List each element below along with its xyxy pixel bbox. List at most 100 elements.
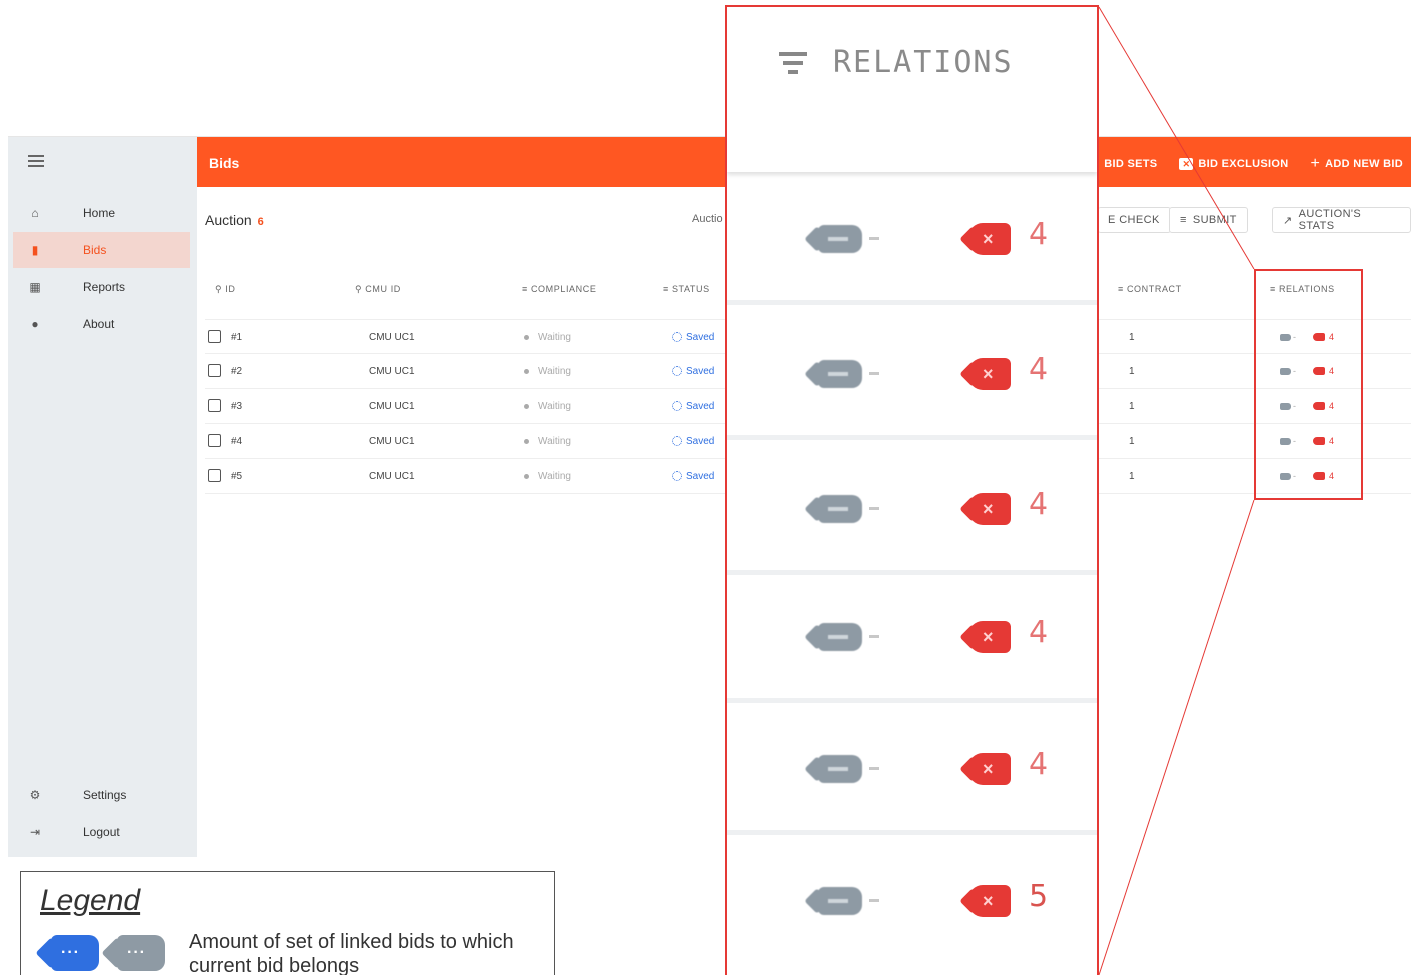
submit-label: SUBMIT [1192,214,1237,226]
submit-button[interactable]: ≡ SUBMIT [1169,207,1248,233]
saved-icon [672,401,682,412]
zoom-row: × 4 [727,445,1097,575]
column-header-id[interactable]: ⚲ ID [215,284,236,295]
column-header-cmu-id[interactable]: ⚲ CMU ID [355,284,401,295]
saved-icon [672,436,682,447]
saved-icon [672,332,682,343]
cmu-id: CMU UC1 [369,401,415,412]
zoom-row: × 5 [727,837,1097,967]
sidebar-item-bids[interactable]: ▮ Bids [13,232,190,268]
row-checkbox[interactable] [208,364,221,377]
bid-id: #3 [231,401,243,412]
status-dot-icon [524,334,529,340]
compliance-check-label: E CHECK [1108,214,1160,226]
bid-id: #5 [231,471,243,482]
sidebar-item-label: About [83,317,115,331]
bid-id: #4 [231,436,243,447]
cmu-id: CMU UC1 [369,366,415,377]
status-dot-icon [524,403,529,409]
page-title: Bids [209,155,240,171]
bid-set-tag-icon [818,887,862,915]
bid-set-tag-icon [818,623,862,651]
column-header-compliance[interactable]: ≡ COMPLIANCE [522,284,596,294]
bid-status: Saved [686,332,715,343]
status-dot-icon [524,473,529,479]
row-checkbox[interactable] [208,330,221,343]
saved-icon [672,471,682,482]
filter-icon [779,52,807,78]
row-checkbox[interactable] [208,434,221,447]
plus-icon: + [1310,155,1321,172]
contract-value: 1 [1129,436,1135,447]
sidebar-item-label: Logout [83,825,120,839]
compliance-status: Waiting [538,436,571,447]
bids-icon: ▮ [31,243,39,257]
contract-value: 1 [1129,471,1135,482]
add-new-bid-button[interactable]: + ADD NEW BID [1310,155,1403,173]
row-checkbox[interactable] [208,469,221,482]
bid-set-tag-icon [818,495,862,523]
exclusion-count: 4 [1029,747,1049,782]
menu-icon[interactable] [28,155,44,167]
bid-id: #1 [231,332,243,343]
contract-value: 1 [1129,401,1135,412]
sidebar-item-logout[interactable]: ⇥ Logout [13,814,190,850]
exclusion-tag-icon: × [969,885,1011,917]
column-header-contract[interactable]: ≡ CONTRACT [1118,284,1182,294]
row-checkbox[interactable] [208,399,221,412]
bid-set-tag-icon [818,360,862,388]
cmu-id: CMU UC1 [369,471,415,482]
bid-set-tag-icon [818,755,862,783]
exclusion-count: 4 [1029,352,1049,387]
bid-sets-label: BID SETS [1104,158,1158,170]
exclusion-count: 5 [1029,879,1049,914]
compliance-status: Waiting [538,471,571,482]
compliance-check-button[interactable]: E CHECK [1098,207,1171,233]
bid-exclusion-label: BID EXCLUSION [1198,158,1289,170]
zoom-row: × 4 [727,573,1097,703]
contract-value: 1 [1129,332,1135,343]
exclusion-tag-icon: × [969,621,1011,653]
bid-exclusion-button[interactable]: ✕ BID EXCLUSION [1179,155,1288,173]
bid-status: Saved [686,471,715,482]
legend-description: Amount of set of linked bids to which cu… [189,931,514,975]
column-header-status[interactable]: ≡ STATUS [663,284,710,294]
compliance-status: Waiting [538,366,571,377]
sidebar-item-about[interactable]: ● About [13,306,190,342]
relations-highlight-box [1254,269,1363,500]
bid-status: Saved [686,366,715,377]
auction-subtitle: Auctio [692,213,723,225]
trend-icon: ↗ [1283,214,1293,227]
auction-title: Auction 6 [205,212,264,228]
exclusion-tag-icon: × [969,493,1011,525]
saved-icon [672,366,682,377]
sidebar-item-reports[interactable]: ▦ Reports [13,269,190,305]
bid-status: Saved [686,436,715,447]
cmu-id: CMU UC1 [369,332,415,343]
auction-stats-label: AUCTION'S STATS [1298,208,1362,232]
exclusion-count: 4 [1029,487,1049,522]
bid-set-tag-icon [818,225,862,253]
gear-icon: ⚙ [29,788,41,802]
zoom-row: × 4 [727,705,1097,835]
zoom-row: × 4 [727,175,1097,305]
bid-id: #2 [231,366,243,377]
info-icon: ● [31,317,39,331]
home-icon: ⌂ [31,206,39,220]
sidebar-item-label: Reports [83,280,126,294]
exclusion-count: 4 [1029,217,1049,252]
status-dot-icon [524,438,529,444]
exclusion-count: 4 [1029,615,1049,650]
zoom-row: × 4 [727,310,1097,440]
auction-stats-button[interactable]: ↗ AUCTION'S STATS [1272,207,1411,233]
sidebar-item-home[interactable]: ⌂ Home [13,195,190,231]
sidebar-item-label: Home [83,206,116,220]
sidebar-item-label: Settings [83,788,127,802]
sidebar-item-label: Bids [83,243,107,257]
exclusion-tag-icon: × [969,753,1011,785]
sidebar-item-settings[interactable]: ⚙ Settings [13,777,190,813]
logout-icon: ⇥ [29,825,41,839]
contract-value: 1 [1129,366,1135,377]
legend-title: Legend [40,884,141,917]
bid-status: Saved [686,401,715,412]
